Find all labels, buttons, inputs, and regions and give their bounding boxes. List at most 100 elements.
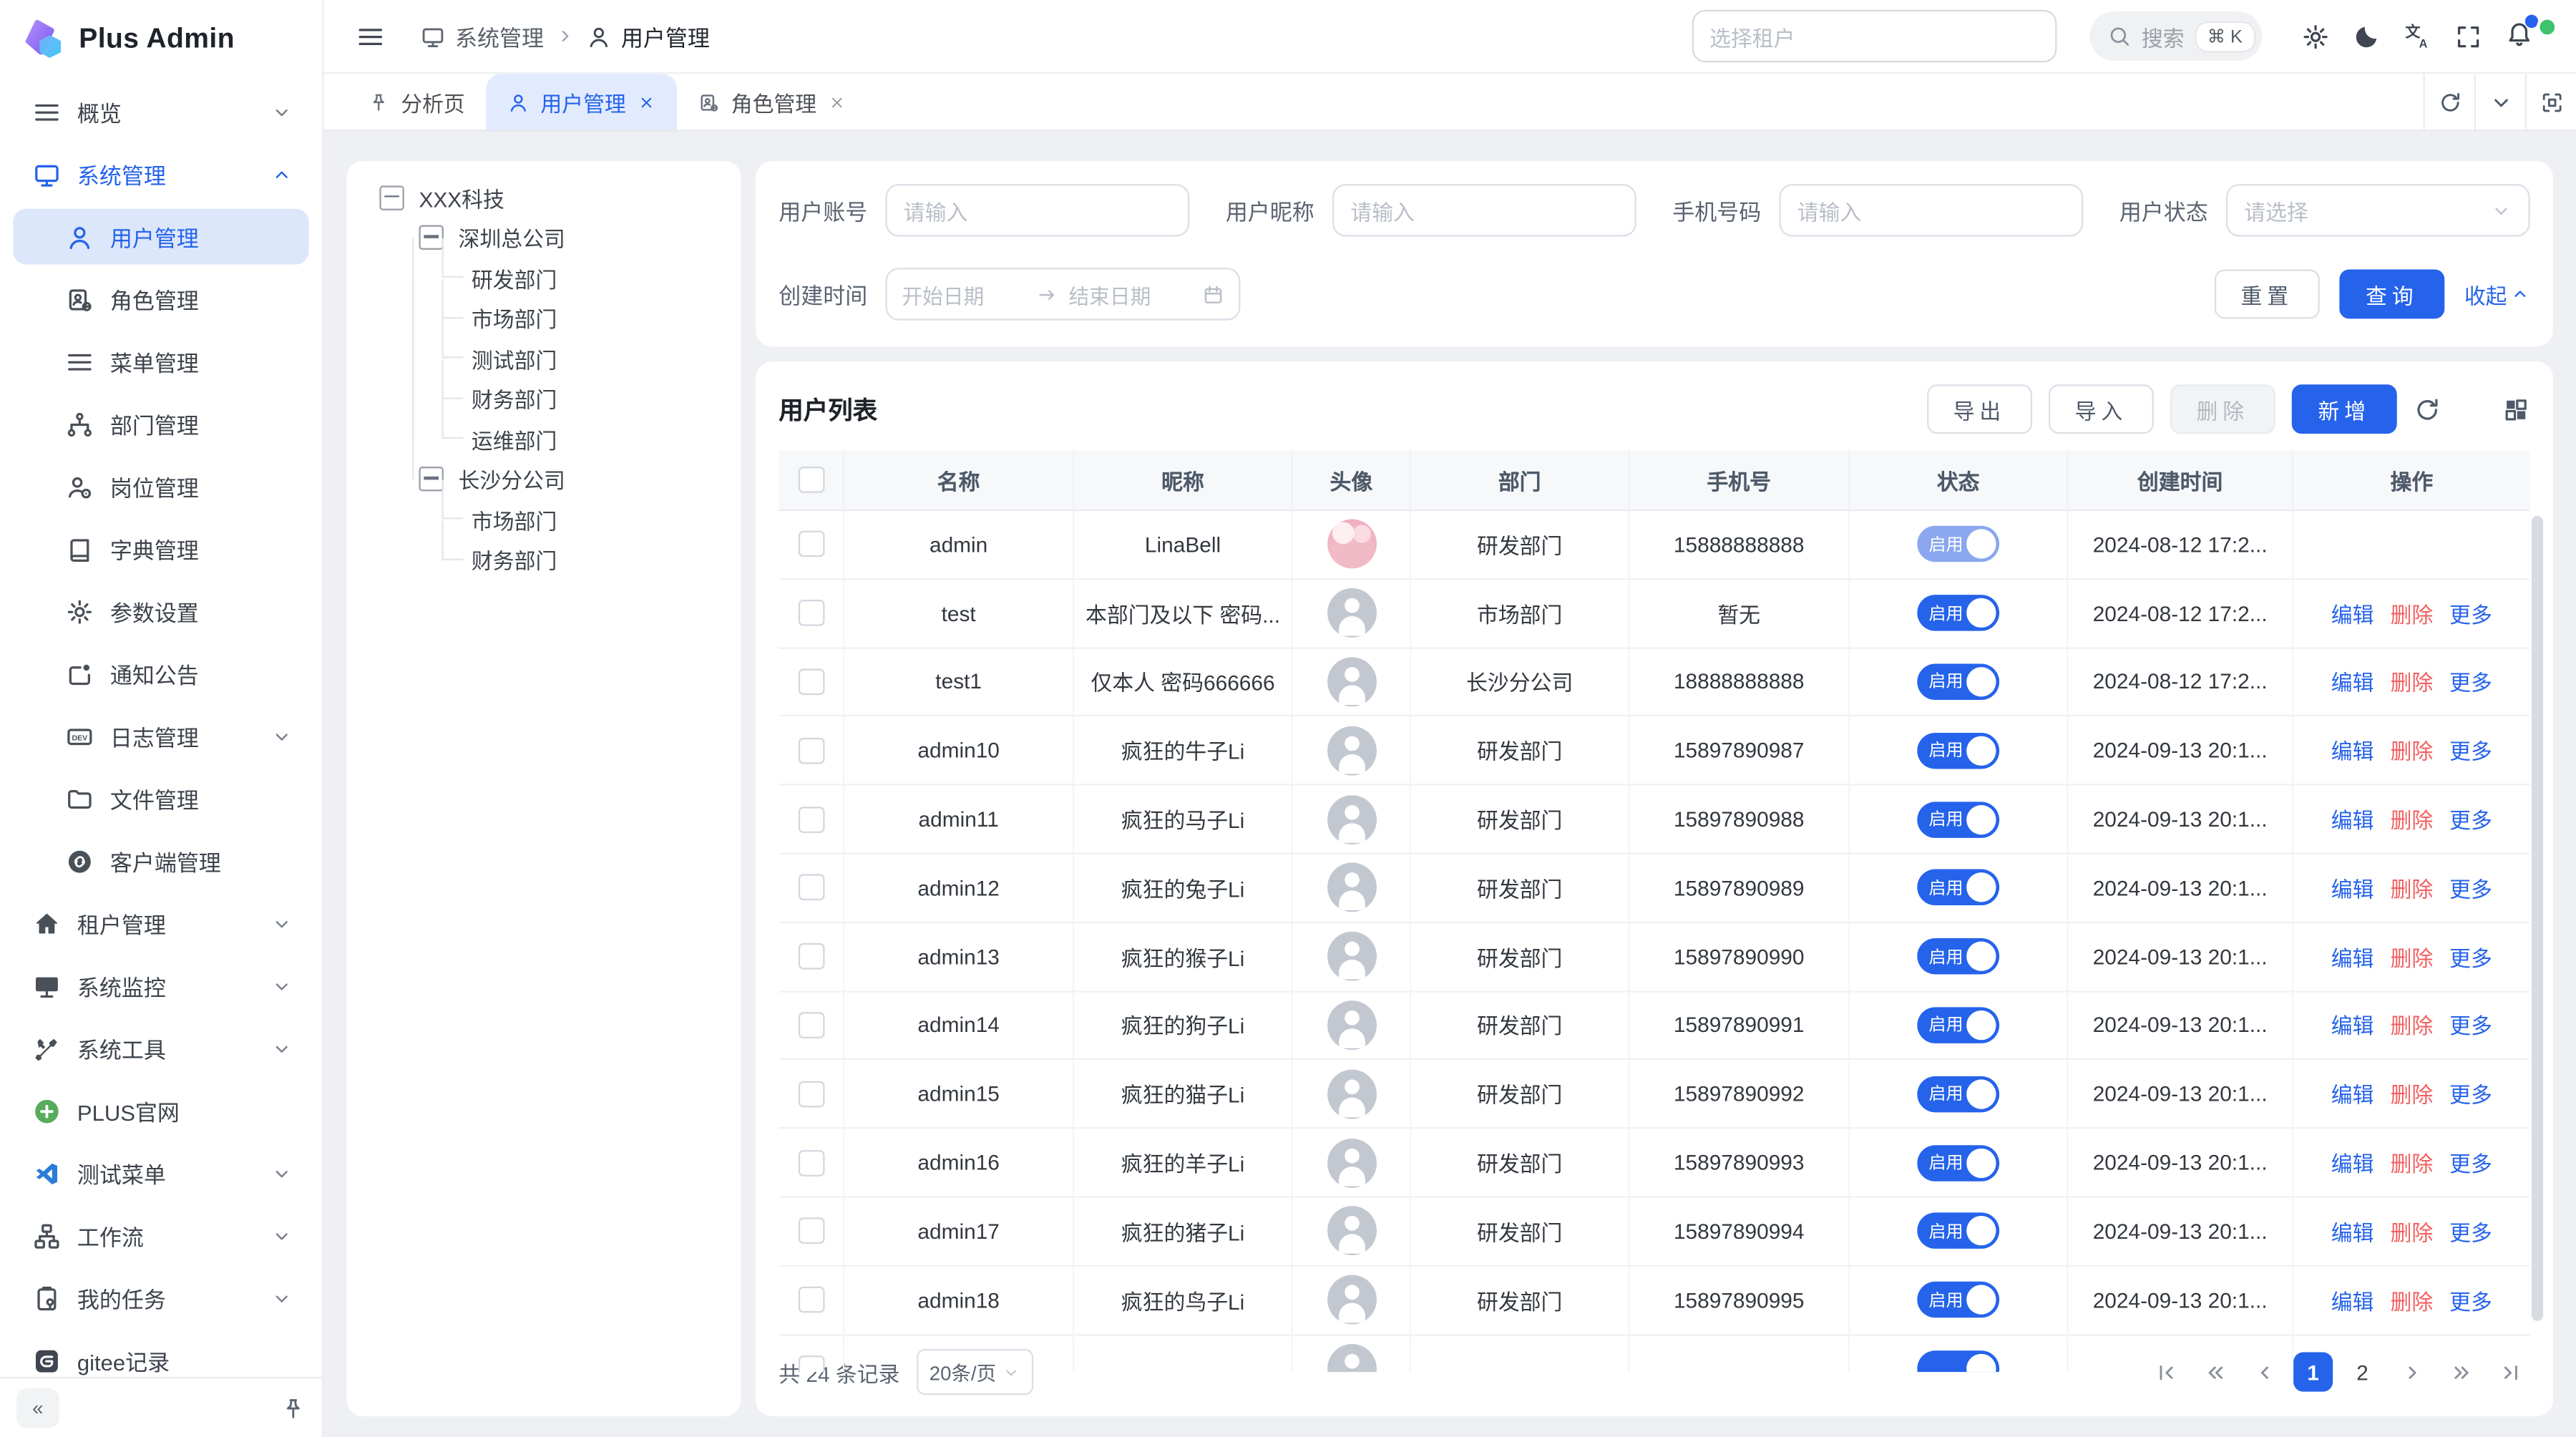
tab-menu-button[interactable] <box>2474 74 2525 130</box>
tree-node[interactable]: 长沙分公司 <box>360 459 728 500</box>
date-range-picker[interactable]: 开始日期 结束日期 <box>885 268 1240 320</box>
row-checkbox[interactable] <box>798 1287 824 1313</box>
export-button[interactable]: 导出 <box>1927 384 2032 434</box>
sidebar-item-system-tools[interactable]: 系统工具 <box>13 1020 308 1076</box>
fullscreen-icon[interactable] <box>2454 22 2482 50</box>
reset-button[interactable]: 重置 <box>2215 270 2320 319</box>
tree-node[interactable]: 测试部门 <box>360 338 728 379</box>
notifications-button[interactable] <box>2505 20 2533 53</box>
row-checkbox[interactable] <box>798 1081 824 1107</box>
tree-node[interactable]: 市场部门 <box>360 500 728 540</box>
edit-link[interactable]: 编辑 <box>2331 872 2374 904</box>
delete-link[interactable]: 删除 <box>2390 666 2433 698</box>
sidebar-item-role-mgmt[interactable]: 角色管理 <box>13 271 308 327</box>
more-link[interactable]: 更多 <box>2449 598 2492 629</box>
sidebar-item-dept-mgmt[interactable]: 部门管理 <box>13 396 308 452</box>
status-toggle[interactable]: 启用 <box>1917 1076 1999 1112</box>
tree-collapse-box[interactable] <box>419 467 443 492</box>
delete-link[interactable]: 删除 <box>2390 872 2433 904</box>
more-link[interactable]: 更多 <box>2449 666 2492 698</box>
collapse-filters-link[interactable]: 收起 <box>2464 278 2530 310</box>
delete-link[interactable]: 删除 <box>2390 1078 2433 1110</box>
edit-link[interactable]: 编辑 <box>2331 598 2374 629</box>
edit-link[interactable]: 编辑 <box>2331 1147 2374 1179</box>
settings-gear-icon[interactable] <box>2302 22 2330 50</box>
table-scrollbar[interactable] <box>2532 516 2543 1321</box>
sidebar-item-system-mgmt[interactable]: 系统管理 <box>13 146 308 202</box>
status-toggle[interactable]: 启用 <box>1917 595 1999 632</box>
delete-link[interactable]: 删除 <box>2390 1285 2433 1316</box>
tree-node[interactable]: 财务部门 <box>360 379 728 419</box>
sidebar-item-notice[interactable]: 通知公告 <box>13 646 308 701</box>
sidebar-collapse-button[interactable]: « <box>16 1388 59 1428</box>
tab-role-mgmt[interactable]: 角色管理 <box>677 74 867 130</box>
tenant-select[interactable]: 选择租户 <box>1692 10 2057 62</box>
more-link[interactable]: 更多 <box>2449 1078 2492 1110</box>
row-checkbox[interactable] <box>798 1355 824 1372</box>
sidebar-item-dict-mgmt[interactable]: 字典管理 <box>13 521 308 577</box>
phone-input[interactable]: 请输入 <box>1779 184 2083 236</box>
sidebar-item-gitee-log[interactable]: gitee记录 <box>13 1333 308 1377</box>
delete-link[interactable]: 删除 <box>2390 804 2433 835</box>
status-toggle[interactable]: 启用 <box>1917 527 1999 563</box>
status-toggle[interactable]: 启用 <box>1917 1144 1999 1181</box>
sidebar-item-file-mgmt[interactable]: 文件管理 <box>13 771 308 827</box>
status-toggle[interactable]: 启用 <box>1917 1213 1999 1250</box>
sidebar-item-user-mgmt[interactable]: 用户管理 <box>13 209 308 265</box>
sidebar-item-workflow[interactable]: 工作流 <box>13 1207 308 1263</box>
tree-collapse-box[interactable] <box>419 225 443 250</box>
edit-link[interactable]: 编辑 <box>2331 1216 2374 1247</box>
language-translate-icon[interactable]: 文A <box>2404 22 2431 50</box>
status-toggle[interactable]: 启用 <box>1917 938 1999 975</box>
search-button[interactable]: 查询 <box>2339 270 2444 319</box>
status-toggle[interactable]: 启用 <box>1917 664 1999 701</box>
select-all-checkbox[interactable] <box>798 467 824 493</box>
delete-link[interactable]: 删除 <box>2390 1010 2433 1041</box>
sidebar-item-tenant-mgmt[interactable]: 租户管理 <box>13 895 308 951</box>
status-toggle[interactable]: 启用 <box>1917 1007 1999 1043</box>
hamburger-icon[interactable] <box>356 22 384 50</box>
row-checkbox[interactable] <box>798 875 824 901</box>
sidebar-item-overview[interactable]: 概览 <box>13 84 308 140</box>
row-checkbox[interactable] <box>798 1012 824 1038</box>
tree-node[interactable]: XXX科技 <box>360 177 728 218</box>
sidebar-item-menu-mgmt[interactable]: 菜单管理 <box>13 333 308 389</box>
row-checkbox[interactable] <box>798 737 824 764</box>
delete-link[interactable]: 删除 <box>2390 1216 2433 1247</box>
more-link[interactable]: 更多 <box>2449 1147 2492 1179</box>
more-link[interactable]: 更多 <box>2449 1216 2492 1247</box>
sidebar-item-client-mgmt[interactable]: 客户端管理 <box>13 833 308 889</box>
more-link[interactable]: 更多 <box>2449 804 2492 835</box>
sidebar-item-post-mgmt[interactable]: 岗位管理 <box>13 459 308 515</box>
tab-user-mgmt[interactable]: 用户管理 <box>487 74 677 130</box>
tree-node[interactable]: 研发部门 <box>360 258 728 298</box>
sidebar-item-test-menu[interactable]: 测试菜单 <box>13 1145 308 1201</box>
breadcrumb-item-system[interactable]: 系统管理 <box>421 20 544 53</box>
tab-refresh-button[interactable] <box>2423 74 2474 130</box>
edit-link[interactable]: 编辑 <box>2331 1010 2374 1041</box>
more-link[interactable]: 更多 <box>2449 735 2492 766</box>
row-checkbox[interactable] <box>798 1218 824 1244</box>
more-link[interactable]: 更多 <box>2449 1010 2492 1041</box>
import-button[interactable]: 导入 <box>2049 384 2154 434</box>
breadcrumb-item-user[interactable]: 用户管理 <box>587 20 710 53</box>
edit-link[interactable]: 编辑 <box>2331 1285 2374 1316</box>
dark-mode-moon-icon[interactable] <box>2353 22 2381 50</box>
edit-link[interactable]: 编辑 <box>2331 1078 2374 1110</box>
status-toggle[interactable]: 启用 <box>1917 732 1999 769</box>
tree-node[interactable]: 市场部门 <box>360 298 728 338</box>
status-toggle[interactable]: 启用 <box>1917 869 1999 906</box>
tree-node[interactable]: 财务部门 <box>360 540 728 580</box>
sidebar-item-system-monitor[interactable]: 系统监控 <box>13 958 308 1014</box>
sidebar-item-log-mgmt[interactable]: DEV日志管理 <box>13 708 308 764</box>
edit-link[interactable]: 编辑 <box>2331 941 2374 973</box>
status-toggle[interactable] <box>1917 1350 1999 1372</box>
delete-link[interactable]: 删除 <box>2390 1147 2433 1179</box>
status-select[interactable]: 请选择 <box>2226 184 2530 236</box>
sidebar-item-param-settings[interactable]: 参数设置 <box>13 583 308 639</box>
row-checkbox[interactable] <box>798 600 824 626</box>
row-checkbox[interactable] <box>798 531 824 557</box>
account-input[interactable]: 请输入 <box>885 184 1189 236</box>
delete-link[interactable]: 删除 <box>2390 598 2433 629</box>
status-toggle[interactable]: 启用 <box>1917 1282 1999 1318</box>
